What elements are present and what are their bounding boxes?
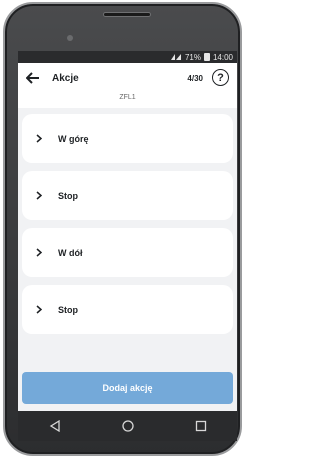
- add-action-bar: Dodaj akcję: [18, 367, 237, 411]
- app-screen: 71% 14:00 Akcje 4/30 ? ZFL1 W górę Stop …: [18, 51, 237, 411]
- action-counter: 4/30: [187, 73, 203, 83]
- help-circle-icon: ?: [217, 71, 224, 84]
- chevron-right-icon: [36, 248, 46, 258]
- chevron-right-icon: [36, 305, 46, 315]
- battery-percent: 71%: [184, 52, 201, 62]
- android-nav-bar: [18, 411, 237, 441]
- action-label: Stop: [58, 304, 78, 315]
- circle-home-icon: [121, 420, 134, 432]
- triangle-back-icon: [49, 420, 60, 432]
- actions-list: W górę Stop W dół Stop: [18, 108, 237, 334]
- action-item[interactable]: W dół: [22, 228, 233, 277]
- nav-home-button[interactable]: [119, 417, 137, 435]
- phone-frame: 71% 14:00 Akcje 4/30 ? ZFL1 W górę Stop …: [3, 2, 242, 456]
- help-button[interactable]: ?: [212, 69, 229, 86]
- app-bar: Akcje 4/30 ?: [18, 63, 237, 93]
- action-label: Stop: [58, 190, 78, 201]
- action-label: W górę: [58, 133, 89, 144]
- nav-recents-button[interactable]: [192, 417, 210, 435]
- arrow-left-icon: [26, 72, 39, 84]
- status-bar: 71% 14:00: [18, 51, 237, 63]
- phone-camera: [67, 35, 73, 41]
- phone-speaker: [103, 12, 151, 17]
- back-button[interactable]: [24, 69, 42, 87]
- device-label: ZFL1: [18, 93, 237, 108]
- action-item[interactable]: Stop: [22, 285, 233, 334]
- action-label: W dół: [58, 247, 83, 258]
- action-item[interactable]: W górę: [22, 114, 233, 163]
- action-item[interactable]: Stop: [22, 171, 233, 220]
- status-time: 14:00: [212, 52, 233, 62]
- chevron-right-icon: [36, 134, 46, 144]
- wifi-signal-icon: [170, 54, 181, 60]
- chevron-right-icon: [36, 191, 46, 201]
- square-recents-icon: [195, 420, 206, 432]
- add-action-button[interactable]: Dodaj akcję: [22, 372, 233, 404]
- nav-back-button[interactable]: [46, 417, 64, 435]
- page-title: Akcje: [52, 72, 79, 84]
- battery-icon: [203, 53, 210, 61]
